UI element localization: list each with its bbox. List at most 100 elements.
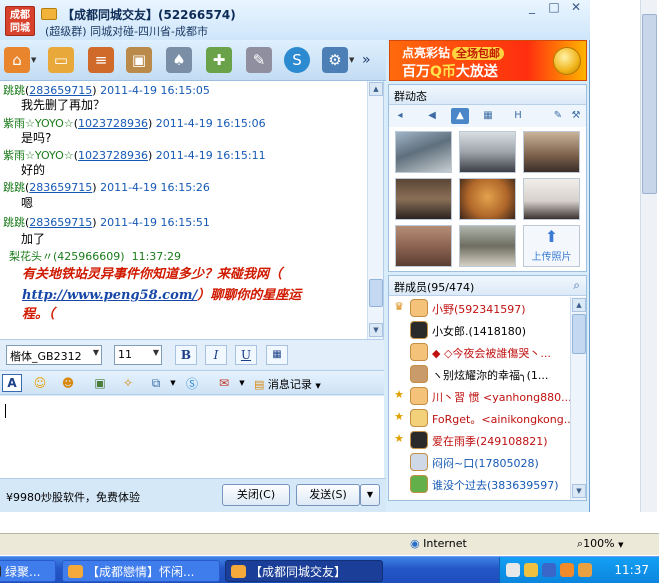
- chat-history[interactable]: 跳跳(283659715) 2011-4-19 16:15:05 我先删了再加？…: [0, 81, 384, 339]
- minimize-button[interactable]: _: [522, 1, 542, 14]
- sender-id-link[interactable]: 283659715: [29, 181, 92, 194]
- close-button[interactable]: 关闭(C): [222, 484, 290, 506]
- toolbar-share[interactable]: ▭: [48, 46, 74, 74]
- note-tab-icon[interactable]: ✎: [549, 108, 567, 124]
- maximize-button[interactable]: □: [544, 1, 564, 14]
- s-logo-icon: S: [284, 47, 310, 73]
- chevron-down-icon[interactable]: ▼: [232, 374, 252, 392]
- smiley-icon[interactable]: ☺: [30, 374, 50, 392]
- upload-photo-button[interactable]: ⬆ 上传照片: [523, 225, 580, 267]
- close-window-button[interactable]: ✕: [566, 1, 586, 14]
- title-bar[interactable]: 成都 同城 【成都同城交友】(52266574) (超级群) 同城对碰-四川省-成…: [0, 0, 590, 40]
- group-photo[interactable]: [395, 225, 452, 267]
- list-item[interactable]: ヽ别炫耀沵的幸福╮(1...: [389, 363, 570, 385]
- scroll-up-button[interactable]: ▲: [572, 298, 586, 312]
- chevron-down-icon[interactable]: ▼: [31, 56, 39, 64]
- sender-id-link[interactable]: 283659715: [29, 216, 92, 229]
- member-list[interactable]: ♛ 小野(592341597) 小女郎.(1418180) ◆ ◇今夜会被誰傷哭丶…: [389, 297, 570, 500]
- list-item[interactable]: ★ 爱在雨季(249108821): [389, 429, 570, 451]
- message-link[interactable]: http://www.peng58.com/: [22, 288, 197, 303]
- chevron-down-icon[interactable]: ▼: [349, 56, 357, 64]
- shake-icon[interactable]: ✧: [118, 374, 138, 392]
- screen: 成都 同城 【成都同城交友】(52266574) (超级群) 同城对碰-四川省-成…: [0, 0, 659, 583]
- s-logo-icon[interactable]: Ⓢ: [182, 374, 202, 392]
- scroll-up-button[interactable]: ▲: [369, 82, 383, 96]
- font-family-select[interactable]: 楷体_GB2312 ▼: [6, 345, 102, 365]
- member-scrollbar[interactable]: ▲ ▼: [570, 297, 586, 500]
- network-icon[interactable]: [542, 563, 556, 577]
- scroll-thumb[interactable]: [642, 14, 657, 194]
- search-icon[interactable]: ⌕: [573, 278, 580, 293]
- gift-icon[interactable]: ✉: [214, 374, 234, 392]
- message-history-button[interactable]: ▤ 消息记录 ▼: [254, 376, 321, 392]
- list-item[interactable]: 小女郎.(1418180): [389, 319, 570, 341]
- send-options-chevron-down-icon[interactable]: ▼: [360, 484, 380, 506]
- sender-name[interactable]: 梨花头〃(425966609): [9, 250, 125, 263]
- taskbar-button[interactable]: 【成都戀情】怀闲...: [62, 560, 220, 582]
- zoom-control[interactable]: ⌕100% ▼: [577, 537, 624, 551]
- sender-name[interactable]: 跳跳: [3, 216, 25, 229]
- font-size-select[interactable]: 11 ▼: [114, 345, 162, 365]
- toolbar-home[interactable]: ⌂ ▼: [4, 46, 39, 74]
- group-photo[interactable]: [395, 131, 452, 173]
- color-palette-icon[interactable]: ▦: [266, 345, 288, 365]
- scroll-thumb[interactable]: [369, 279, 383, 307]
- group-photo[interactable]: [523, 178, 580, 220]
- list-item[interactable]: 闷闷~口(17805028): [389, 451, 570, 473]
- send-button[interactable]: 发送(S): [296, 484, 360, 506]
- qq-status-icon[interactable]: [560, 563, 574, 577]
- taskbar-button[interactable]: 绿聚...: [0, 560, 56, 582]
- photo-tab-icon[interactable]: ▲: [451, 108, 469, 124]
- list-item[interactable]: ◆ ◇今夜会被誰傷哭丶...: [389, 341, 570, 363]
- group-photo[interactable]: [459, 178, 516, 220]
- font-icon[interactable]: A: [2, 374, 22, 392]
- scroll-down-button[interactable]: ▼: [572, 484, 586, 498]
- qq-tray-icon[interactable]: [524, 563, 538, 577]
- italic-button[interactable]: I: [205, 345, 227, 365]
- sender-id-link[interactable]: 1023728936: [78, 117, 148, 130]
- picture-icon[interactable]: ▣: [90, 374, 110, 392]
- group-logo[interactable]: 成都 同城: [5, 6, 35, 36]
- qq-group-tray-icon[interactable]: [578, 563, 592, 577]
- group-photo[interactable]: [523, 131, 580, 173]
- list-item[interactable]: ♛ 小野(592341597): [389, 297, 570, 319]
- wrench-icon[interactable]: ⚒: [567, 108, 585, 124]
- toolbar-more-button[interactable]: »: [362, 46, 371, 74]
- taskbar-button-active[interactable]: 【成都同城交友】: [225, 560, 383, 582]
- ad-banner[interactable]: 点亮彩钻 全场包邮 百万Q币大放送: [389, 40, 587, 81]
- h-tab-icon[interactable]: H: [509, 108, 527, 124]
- chevron-left-icon[interactable]: ◂: [391, 108, 409, 124]
- toolbar-settings[interactable]: ⚙ ▼: [322, 46, 357, 74]
- message-body: 我先删了再加？: [21, 98, 106, 112]
- group-photo[interactable]: [395, 178, 452, 220]
- sender-id-link[interactable]: 1023728936: [78, 149, 148, 162]
- magic-face-icon[interactable]: ☻: [58, 374, 78, 392]
- chat-scrollbar[interactable]: ▲ ▼: [367, 81, 383, 339]
- underline-button[interactable]: U: [235, 345, 257, 365]
- speaker-icon[interactable]: [506, 563, 520, 577]
- audio-icon[interactable]: ◀: [423, 108, 441, 124]
- list-item[interactable]: ★ FoRget。<ainikongkong....: [389, 407, 570, 429]
- security-zone[interactable]: ◉ Internet: [410, 537, 467, 550]
- list-item[interactable]: ★ 川丶習 惯 <yanhong880...: [389, 385, 570, 407]
- group-photo[interactable]: [459, 225, 516, 267]
- group-photo[interactable]: [459, 131, 516, 173]
- toolbar-notice[interactable]: ≡: [88, 46, 114, 74]
- toolbar-tools[interactable]: ✎: [246, 46, 272, 74]
- bold-button[interactable]: B: [175, 345, 197, 365]
- scroll-thumb[interactable]: [572, 314, 586, 354]
- list-item[interactable]: 谁没个过去(383639597): [389, 473, 570, 495]
- toolbar-add[interactable]: ✚: [206, 46, 232, 74]
- message-input[interactable]: [0, 396, 384, 478]
- chevron-down-icon[interactable]: ▼: [163, 374, 183, 392]
- toolbar-s[interactable]: S: [284, 46, 310, 74]
- message-body: 是吗?: [21, 131, 52, 145]
- bottom-ad-link[interactable]: ¥9980炒股软件，免费体验: [6, 489, 140, 505]
- sender-name[interactable]: 跳跳: [3, 181, 25, 194]
- scroll-down-button[interactable]: ▼: [369, 323, 383, 337]
- grid-tab-icon[interactable]: ▦: [479, 108, 497, 124]
- browser-scrollbar[interactable]: [640, 0, 657, 512]
- clock[interactable]: 11:37: [614, 563, 649, 577]
- toolbar-album[interactable]: ▣: [126, 46, 152, 74]
- toolbar-voice[interactable]: ♠: [166, 46, 192, 74]
